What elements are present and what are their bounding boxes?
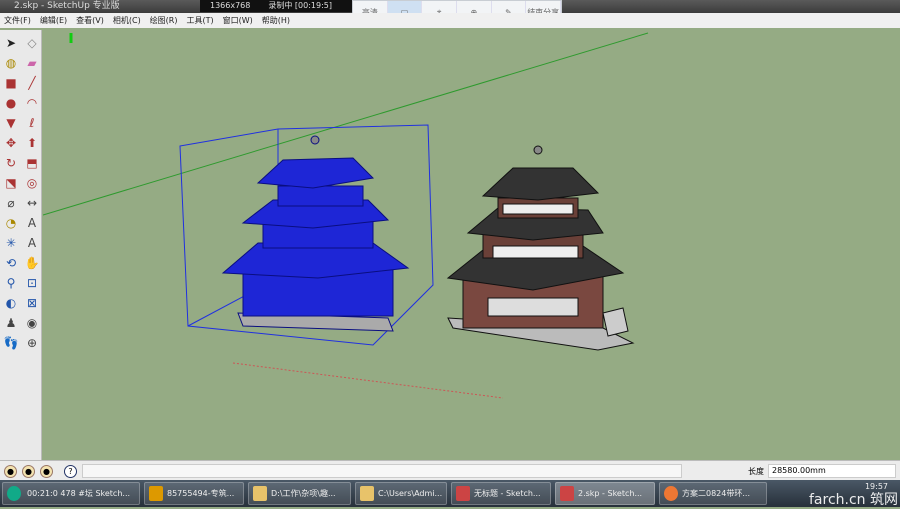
qq-icon	[149, 486, 163, 501]
geo-location-icon[interactable]: ●	[4, 465, 17, 478]
section-tool-icon[interactable]: ⊕	[22, 334, 42, 353]
folder-icon	[360, 486, 374, 501]
sketchup-icon	[560, 486, 574, 501]
recorder-resolution: 1366x768	[210, 1, 251, 10]
menu-view[interactable]: 查看(V)	[76, 13, 104, 28]
circle-tool-icon[interactable]: ●	[1, 94, 21, 113]
select-tool-icon[interactable]: ➤	[1, 34, 21, 53]
followme-tool-icon[interactable]: ⬒	[22, 154, 42, 173]
menu-file[interactable]: 文件(F)	[4, 13, 31, 28]
length-label: 长度	[748, 467, 764, 476]
tool-palette: ➤ ◇ ◍ ▰ ■ ╱ ● ◠ ▼ ℓ ✥ ⬆ ↻ ⬒ ⬔ ◎ ⌀ ↔ ◔ A …	[0, 30, 42, 460]
component-tool-icon[interactable]: ◇	[22, 34, 42, 53]
lookaround-tool-icon[interactable]: ◉	[22, 314, 42, 333]
task-label: 478 #坛 Sketch...	[60, 489, 131, 498]
arc-tool-icon[interactable]: ◠	[22, 94, 42, 113]
selected-pavilion[interactable]	[179, 124, 434, 346]
task-qq[interactable]: 85755494-专筑...	[144, 482, 244, 505]
user-icon[interactable]: ●	[40, 465, 53, 478]
prev-view-tool-icon[interactable]: ◐	[1, 294, 21, 313]
taskbar: 00:21:0 478 #坛 Sketch... 85755494-专筑... …	[0, 480, 900, 507]
offset-tool-icon[interactable]: ◎	[22, 174, 42, 193]
task-recorder[interactable]: 00:21:0 478 #坛 Sketch...	[2, 482, 140, 505]
walk-tool-icon[interactable]: 👣	[1, 334, 21, 353]
dimension-tool-icon[interactable]: ↔	[22, 194, 42, 213]
task-sketchup-2skp[interactable]: 2.skp - Sketch...	[555, 482, 655, 505]
zoom-tool-icon[interactable]: ⚲	[1, 274, 21, 293]
help-icon[interactable]: ?	[64, 465, 77, 478]
menu-camera[interactable]: 相机(C)	[113, 13, 141, 28]
credits-icon[interactable]: ●	[22, 465, 35, 478]
sketchup-icon	[456, 486, 470, 501]
3dtext-tool-icon[interactable]: A	[22, 234, 42, 253]
move-tool-icon[interactable]: ✥	[1, 134, 21, 153]
red-axis	[232, 362, 504, 399]
task-folder-d[interactable]: D:\工作\杂项\趣...	[248, 482, 351, 505]
task-label: 无标题 - Sketch...	[474, 489, 541, 498]
task-label: 2.skp - Sketch...	[578, 489, 643, 498]
task-folder-c[interactable]: C:\Users\Admi...	[355, 482, 447, 505]
scale-tool-icon[interactable]: ⬔	[1, 174, 21, 193]
freehand-tool-icon[interactable]: ℓ	[22, 114, 42, 133]
browser-icon	[664, 486, 678, 501]
recorder-icon	[7, 486, 21, 501]
watermark: farch.cn 筑网	[809, 492, 898, 508]
axes-tool-icon[interactable]: ✳	[1, 234, 21, 253]
model-viewport[interactable]	[42, 28, 900, 460]
pan-tool-icon[interactable]: ✋	[22, 254, 42, 273]
folder-icon	[253, 486, 267, 501]
recorder-status: 录制中 [00:19:5]	[268, 1, 332, 10]
menu-draw[interactable]: 绘图(R)	[150, 13, 178, 28]
menu-bar: 文件(F) 编辑(E) 查看(V) 相机(C) 绘图(R) 工具(T) 窗口(W…	[0, 13, 900, 28]
task-sketchup-untitled[interactable]: 无标题 - Sketch...	[451, 482, 551, 505]
menu-help[interactable]: 帮助(H)	[262, 13, 290, 28]
window-title: 2.skp - SketchUp 专业版	[14, 1, 120, 11]
menu-window[interactable]: 窗口(W)	[223, 13, 253, 28]
zoom-extents-tool-icon[interactable]: ⊠	[22, 294, 42, 313]
task-label: 85755494-专筑...	[167, 489, 235, 498]
status-hint-field	[82, 464, 682, 478]
pushpull-tool-icon[interactable]: ⬆	[22, 134, 42, 153]
tape-tool-icon[interactable]: ⌀	[1, 194, 21, 213]
text-tool-icon[interactable]: A	[22, 214, 42, 233]
position-camera-icon[interactable]: ♟	[1, 314, 21, 333]
pavilion-model[interactable]	[446, 145, 635, 351]
rotate-tool-icon[interactable]: ↻	[1, 154, 21, 173]
task-label: C:\Users\Admi...	[378, 489, 443, 498]
task-label: 方案二0824带环...	[682, 489, 750, 498]
eraser-tool-icon[interactable]: ▰	[22, 54, 42, 73]
orbit-tool-icon[interactable]: ⟲	[1, 254, 21, 273]
rectangle-tool-icon[interactable]: ■	[1, 74, 21, 93]
length-input[interactable]: 28580.00mm	[768, 464, 896, 478]
menu-tools[interactable]: 工具(T)	[187, 13, 214, 28]
zoom-window-tool-icon[interactable]: ⊡	[22, 274, 42, 293]
task-browser[interactable]: 方案二0824带环...	[659, 482, 767, 505]
menu-edit[interactable]: 编辑(E)	[40, 13, 67, 28]
recorder-timer: 00:21:0	[27, 489, 58, 498]
status-bar: ● ● ● ? 长度 28580.00mm	[0, 460, 900, 480]
polygon-tool-icon[interactable]: ▼	[1, 114, 21, 133]
scene	[42, 32, 649, 399]
task-label: D:\工作\杂项\趣...	[271, 489, 336, 498]
paint-tool-icon[interactable]: ◍	[1, 54, 21, 73]
line-tool-icon[interactable]: ╱	[22, 74, 42, 93]
protractor-tool-icon[interactable]: ◔	[1, 214, 21, 233]
recorder-bar: 1366x768 录制中 [00:19:5]	[200, 0, 365, 12]
